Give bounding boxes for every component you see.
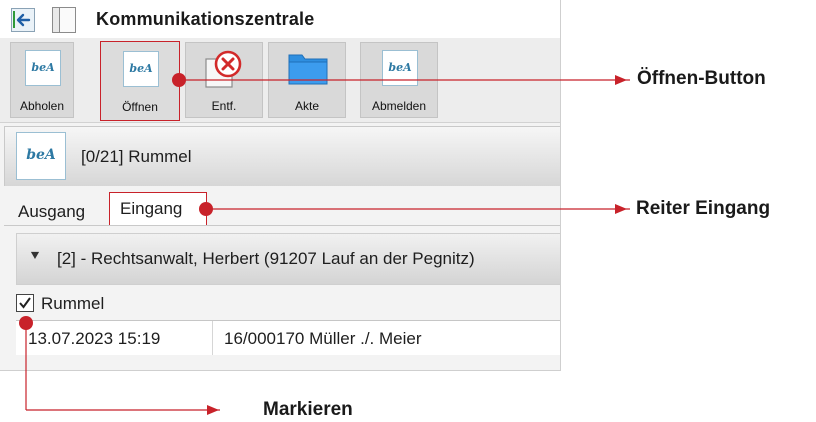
callout-arrow-select [207,405,219,415]
annotation-select: Markieren [263,399,353,420]
callout-dot-select [19,316,33,330]
callout-arrow-open [615,75,627,85]
annotation-open-button: Öffnen-Button [637,68,766,89]
callout-dot-open [172,73,186,87]
callout-arrow-tab [615,204,627,214]
annotation-tab-incoming: Reiter Eingang [636,198,771,219]
callout-dot-tab [199,202,213,216]
